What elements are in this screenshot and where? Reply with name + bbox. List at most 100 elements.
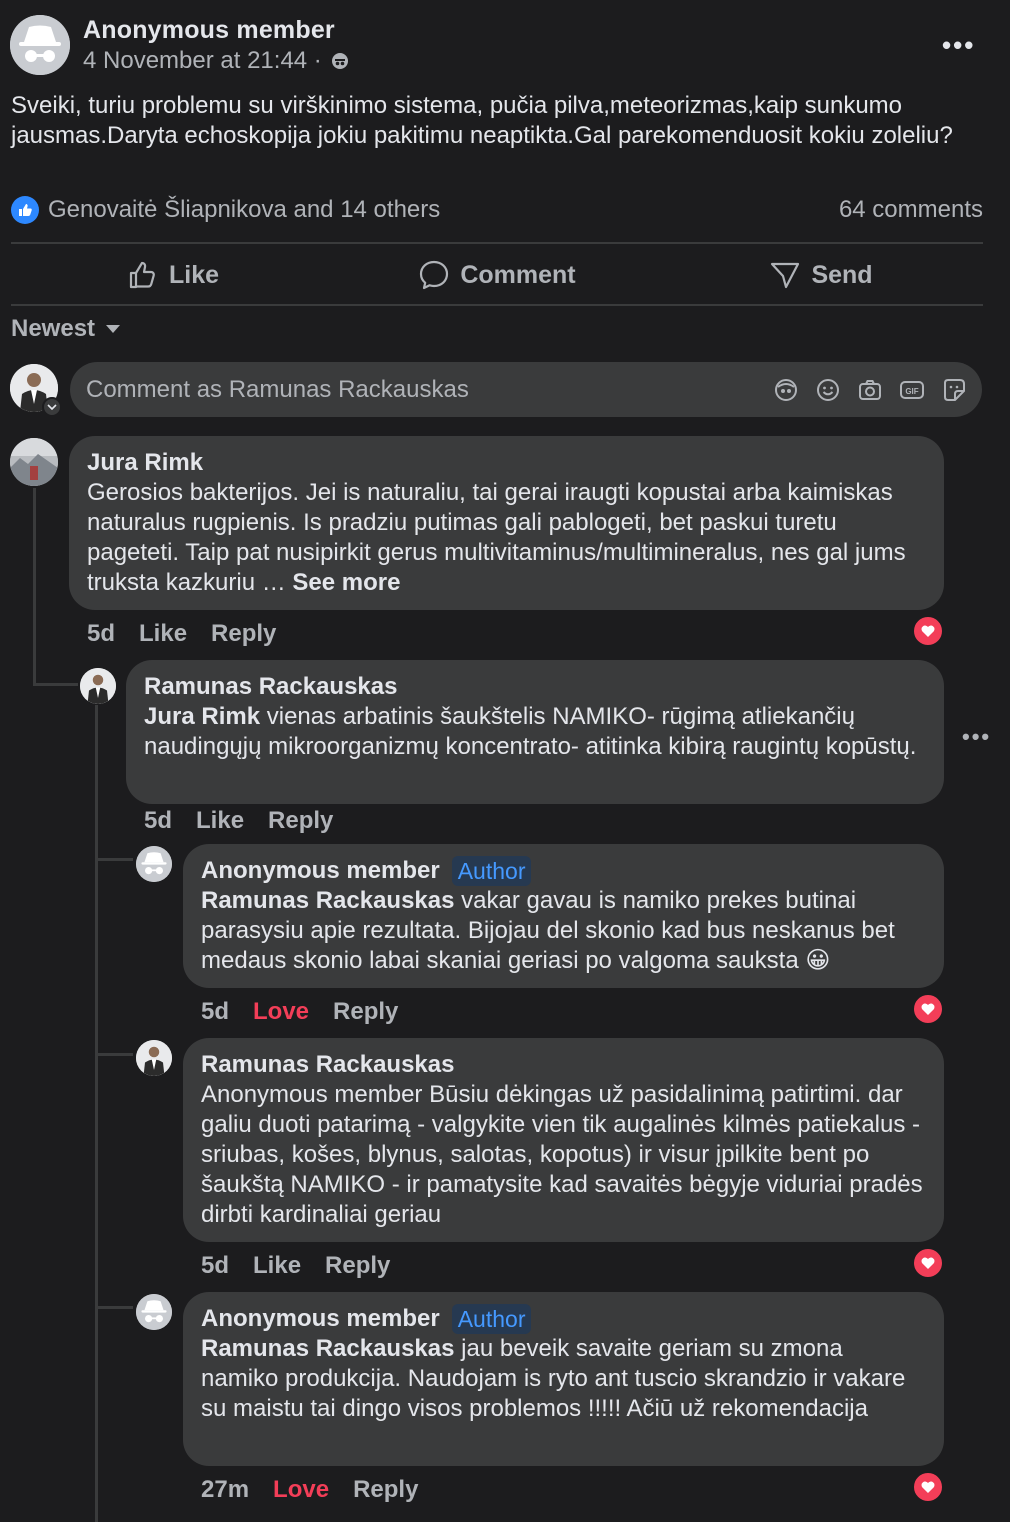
thread-line bbox=[95, 858, 133, 861]
comment-like-button[interactable]: Like bbox=[196, 807, 244, 835]
send-icon bbox=[771, 262, 800, 289]
heart-reaction-icon[interactable] bbox=[912, 1471, 944, 1503]
like-label: Like bbox=[168, 260, 220, 289]
photo-avatar-icon bbox=[10, 438, 58, 486]
globe-privacy-icon bbox=[331, 53, 348, 69]
post-text: Sveiki, turiu problemu su virškinimo sis… bbox=[11, 92, 953, 149]
commenter-avatar[interactable] bbox=[80, 668, 116, 704]
heart-reaction-icon[interactable] bbox=[912, 993, 944, 1025]
send-label: Send bbox=[811, 260, 873, 289]
emoji-icon[interactable] bbox=[814, 376, 842, 404]
comment-bubble: Ramunas Rackauskas Anonymous member Būsi… bbox=[183, 1038, 944, 1242]
post-meta: 4 November at 21:44 · bbox=[83, 47, 350, 75]
reactions-link[interactable]: Genovaitė Šliapnikova and 14 others bbox=[11, 196, 440, 224]
gif-icon[interactable]: GIF bbox=[898, 376, 926, 404]
comment-author[interactable]: Ramunas Rackauskas bbox=[201, 1050, 926, 1080]
comment-text: Jura Rimk vienas arbatinis šaukštelis NA… bbox=[144, 702, 926, 762]
mention-link[interactable]: Ramunas Rackauskas bbox=[201, 1335, 454, 1362]
comment-bubble: Ramunas Rackauskas Jura Rimk vienas arba… bbox=[126, 660, 944, 804]
post-author-name[interactable]: Anonymous member bbox=[83, 16, 335, 45]
thread-line bbox=[33, 683, 78, 686]
mention-link[interactable]: Jura Rimk bbox=[144, 703, 260, 730]
comment-time[interactable]: 5d bbox=[201, 998, 229, 1026]
comment-author[interactable]: Anonymous member bbox=[201, 1304, 440, 1334]
send-button[interactable]: Send bbox=[659, 246, 983, 304]
divider bbox=[11, 304, 983, 306]
like-thumb-icon bbox=[11, 196, 39, 224]
divider bbox=[11, 242, 983, 244]
comment-label: Comment bbox=[460, 260, 576, 289]
person-avatar-icon bbox=[136, 1040, 172, 1076]
comment-bubble: Anonymous member Author Ramunas Rackausk… bbox=[183, 844, 944, 988]
comment-like-button[interactable]: Like bbox=[253, 1252, 301, 1280]
sort-dropdown[interactable]: Newest bbox=[11, 315, 121, 343]
comment-author[interactable]: Anonymous member bbox=[201, 856, 440, 886]
comment-text: Ramunas Rackauskas jau beveik savaite ge… bbox=[201, 1334, 926, 1424]
person-avatar-icon bbox=[80, 668, 116, 704]
sticker-icon[interactable] bbox=[940, 376, 968, 404]
author-badge: Author bbox=[451, 1304, 532, 1334]
comment-author[interactable]: Ramunas Rackauskas bbox=[144, 672, 926, 702]
comment-composer[interactable]: Comment as Ramunas Rackauskas GIF bbox=[70, 362, 982, 417]
commenter-avatar[interactable] bbox=[136, 846, 172, 882]
comment-reply-button[interactable]: Reply bbox=[333, 998, 398, 1026]
comment-input[interactable]: Comment as Ramunas Rackauskas bbox=[86, 376, 772, 404]
comment-meta: 5d Like Reply bbox=[87, 620, 276, 648]
reactions-summary: Genovaitė Šliapnikova and 14 others 64 c… bbox=[11, 196, 983, 224]
comment-text: Gerosios bakterijos. Jei is naturaliu, t… bbox=[87, 478, 926, 598]
comment-love-button[interactable]: Love bbox=[253, 998, 309, 1026]
comment-meta: 27m Love Reply bbox=[201, 1476, 418, 1504]
comment-body: Gerosios bakterijos. Jei is naturaliu, t… bbox=[87, 479, 906, 596]
comments-count[interactable]: 64 comments bbox=[839, 196, 983, 224]
thread-line bbox=[95, 705, 98, 1522]
svg-text:GIF: GIF bbox=[905, 387, 918, 396]
heart-reaction-icon[interactable] bbox=[912, 1247, 944, 1279]
comment-like-button[interactable]: Like bbox=[139, 620, 187, 648]
reactions-text: Genovaitė Šliapnikova and 14 others bbox=[48, 196, 441, 223]
commenter-avatar[interactable] bbox=[136, 1294, 172, 1330]
comment-text: Anonymous member Būsiu dėkingas už pasid… bbox=[201, 1081, 923, 1228]
comment-time[interactable]: 27m bbox=[201, 1476, 249, 1504]
see-more-link[interactable]: See more bbox=[292, 569, 400, 596]
sort-label: Newest bbox=[11, 315, 96, 342]
commenter-avatar[interactable] bbox=[10, 438, 58, 486]
author-badge: Author bbox=[451, 856, 532, 886]
thread-line bbox=[95, 1053, 133, 1056]
comment-reply-button[interactable]: Reply bbox=[325, 1252, 390, 1280]
comment-button[interactable]: Comment bbox=[335, 246, 659, 304]
dropdown-caret-icon bbox=[106, 325, 121, 333]
incognito-avatar-icon bbox=[136, 846, 172, 882]
comment-time[interactable]: 5d bbox=[144, 807, 172, 835]
incognito-avatar-icon bbox=[10, 15, 70, 75]
comment-time[interactable]: 5d bbox=[201, 1252, 229, 1280]
mention-link[interactable]: Ramunas Rackauskas bbox=[201, 887, 454, 914]
comment-reply-button[interactable]: Reply bbox=[268, 807, 333, 835]
thread-line bbox=[95, 1306, 133, 1309]
post-author-avatar[interactable] bbox=[10, 15, 70, 75]
comment-meta: 5d Like Reply bbox=[201, 1252, 390, 1280]
comment-author[interactable]: Jura Rimk bbox=[87, 448, 926, 478]
smile-emoji-icon: 😀 bbox=[805, 947, 831, 974]
comment-body: vienas arbatinis šaukštelis NAMIKO- rūgi… bbox=[144, 703, 917, 760]
comment-bubble: Jura Rimk Gerosios bakterijos. Jei is na… bbox=[69, 436, 944, 610]
comment-bubble: Anonymous member Author Ramunas Rackausk… bbox=[183, 1292, 944, 1466]
heart-reaction-icon[interactable] bbox=[912, 615, 944, 647]
comment-meta: 5d Like Reply bbox=[144, 807, 333, 835]
post-menu-button[interactable]: ••• bbox=[942, 30, 975, 61]
camera-icon[interactable] bbox=[856, 376, 884, 404]
commenter-avatar[interactable] bbox=[136, 1040, 172, 1076]
post-timestamp[interactable]: 4 November at 21:44 · bbox=[83, 47, 322, 75]
thread-line bbox=[33, 488, 36, 683]
comment-bubble-icon bbox=[420, 260, 449, 290]
profile-switch-caret-icon[interactable] bbox=[42, 397, 62, 417]
comment-header: Anonymous member Author bbox=[201, 856, 926, 886]
comment-reply-button[interactable]: Reply bbox=[211, 620, 276, 648]
comment-love-button[interactable]: Love bbox=[273, 1476, 329, 1504]
comment-text: Ramunas Rackauskas vakar gavau is namiko… bbox=[201, 886, 926, 976]
like-button[interactable]: Like bbox=[11, 246, 335, 304]
comment-reply-button[interactable]: Reply bbox=[353, 1476, 418, 1504]
comment-time[interactable]: 5d bbox=[87, 620, 115, 648]
post-action-bar: Like Comment Send bbox=[11, 246, 983, 304]
comment-menu-button[interactable]: ••• bbox=[962, 724, 991, 750]
avatar-sticker-icon[interactable] bbox=[772, 376, 800, 404]
